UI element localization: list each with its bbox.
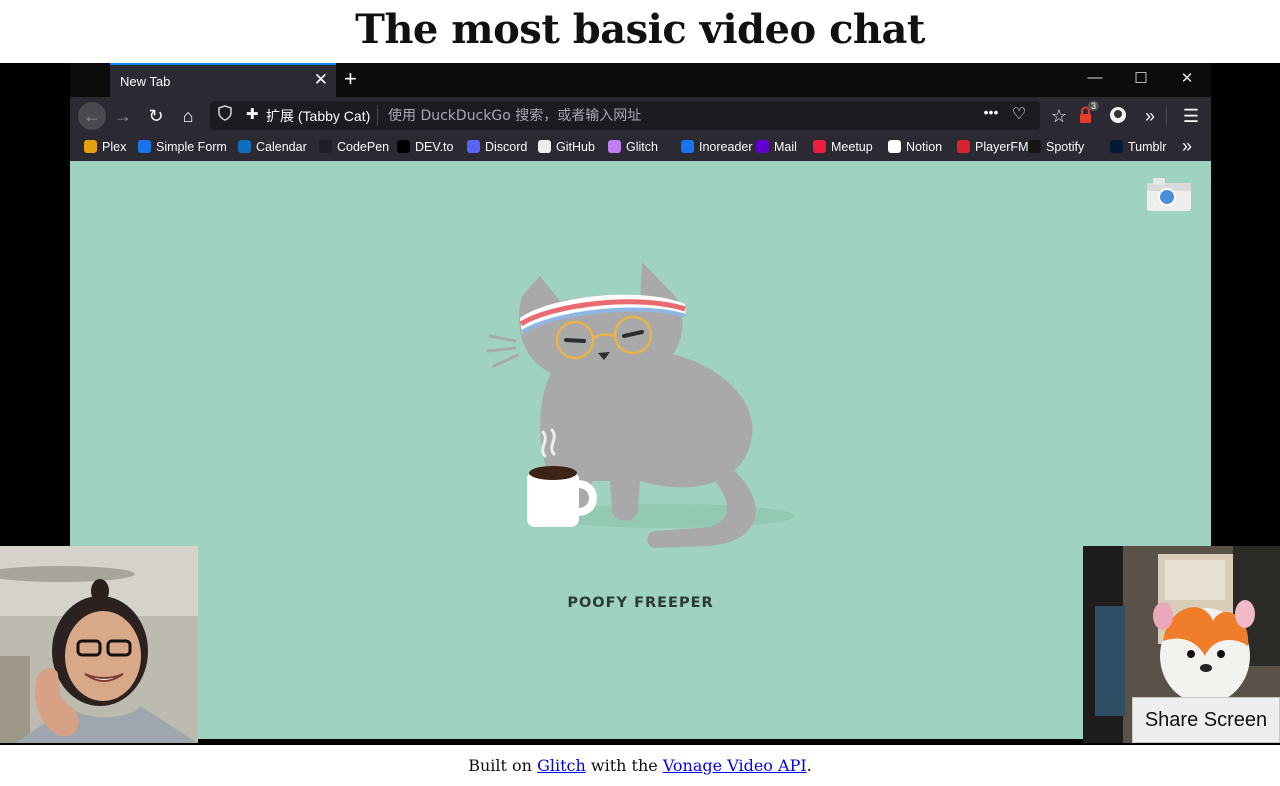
bookmark-simple-form[interactable]: Simple Form [138, 140, 227, 154]
navigation-toolbar: ← → ↻ ⌂ ✚ 扩展 (Tabby Cat) ••• ♡ ☆ 3 [70, 97, 1211, 135]
bookmark-dev-to[interactable]: DEV.to [397, 140, 453, 154]
new-tab-icon[interactable]: + [344, 66, 357, 92]
tracking-shield-icon[interactable] [218, 105, 232, 125]
bookmark-plex[interactable]: Plex [84, 140, 126, 154]
page-footer: Built on Glitch with the Vonage Video AP… [0, 745, 1280, 786]
close-tab-icon[interactable]: ✕ [314, 70, 328, 90]
bookmark-label: DEV.to [415, 140, 454, 154]
back-icon[interactable]: ← [78, 102, 106, 130]
bookmark-glitch[interactable]: Glitch [608, 140, 658, 154]
tab-strip: New Tab ✕ + — ☐ ✕ [70, 63, 1211, 97]
close-window-icon[interactable]: ✕ [1167, 69, 1207, 87]
bookmark-label: Calendar [256, 140, 307, 154]
bookmark-calendar[interactable]: Calendar [238, 140, 307, 154]
tabby-cat-illustration [486, 262, 795, 548]
extension-label: 扩展 (Tabby Cat) [266, 108, 371, 124]
bookmark-label: Tumblr [1128, 140, 1167, 154]
bookmark-label: Spotify [1046, 140, 1085, 154]
bookmarks-toolbar: Plex Simple Form Calendar CodePen DEV.to Disc… [70, 135, 1211, 161]
glitch-link[interactable]: Glitch [537, 756, 586, 775]
footer-middle: with the [590, 756, 658, 775]
account-avatar-icon[interactable] [1107, 106, 1129, 129]
spotify-icon [1028, 140, 1041, 153]
forward-icon[interactable]: → [112, 106, 134, 127]
bookmark-label: GitHub [556, 140, 595, 154]
maximize-icon[interactable]: ☐ [1121, 69, 1161, 87]
bookmark-inoreader[interactable]: Inoreader [681, 140, 753, 154]
codepen-icon [319, 140, 332, 153]
tab-new-tab[interactable]: New Tab ✕ [110, 63, 336, 97]
share-screen-button[interactable]: Share Screen [1132, 697, 1280, 743]
bookmark-label: Glitch [626, 140, 658, 154]
minimize-icon[interactable]: — [1075, 69, 1115, 86]
bookmark-label: CodePen [337, 140, 390, 154]
address-bar[interactable]: ✚ 扩展 (Tabby Cat) ••• ♡ [210, 101, 1040, 132]
reload-icon[interactable]: ↻ [145, 106, 167, 127]
playerfm-icon [957, 140, 970, 153]
meetup-icon [813, 140, 826, 153]
bookmarks-overflow-icon[interactable]: » [1182, 136, 1192, 157]
footer-prefix: Built on [468, 756, 532, 775]
discord-icon [467, 140, 480, 153]
bookmark-playerfm[interactable]: PlayerFM [957, 140, 1028, 154]
shared-screen-browser: New Tab ✕ + — ☐ ✕ ← → ↻ ⌂ ✚ 扩展 (Tabby Ca… [70, 63, 1211, 739]
bookmark-discord[interactable]: Discord [467, 140, 527, 154]
notion-icon [888, 140, 901, 153]
bookmark-github[interactable]: GitHub [538, 140, 595, 154]
overflow-chevrons-icon[interactable]: » [1139, 106, 1161, 127]
footer-suffix: . [806, 756, 812, 775]
puzzle-icon: ✚ [246, 106, 259, 123]
home-icon[interactable]: ⌂ [177, 106, 199, 127]
cat-name-label: POOFY FREEPER [567, 595, 714, 611]
bookmark-label: Meetup [831, 140, 873, 154]
dev-icon [397, 140, 410, 153]
camera-icon[interactable] [1145, 175, 1193, 213]
github-icon [538, 140, 551, 153]
simple-form-icon [138, 140, 151, 153]
bookmark-label: Inoreader [699, 140, 753, 154]
bookmark-star-icon[interactable]: ☆ [1048, 106, 1070, 127]
url-divider [377, 105, 378, 126]
extension-badge: 3 [1088, 101, 1100, 111]
bookmark-tumblr[interactable]: Tumblr [1110, 140, 1166, 154]
calendar-icon [238, 140, 251, 153]
bookmark-meetup[interactable]: Meetup [813, 140, 873, 154]
vonage-video-api-link[interactable]: Vonage Video API [663, 756, 807, 775]
webcam-person-image [0, 546, 198, 743]
page-title: The most basic video chat [355, 6, 925, 53]
mail-icon [756, 140, 769, 153]
toolbar-divider [1166, 106, 1167, 126]
menu-icon[interactable]: ☰ [1180, 106, 1202, 127]
inoreader-icon [681, 140, 694, 153]
url-input[interactable] [386, 101, 910, 132]
tab-label: New Tab [120, 74, 171, 89]
new-tab-page: POOFY FREEPER [70, 161, 1211, 739]
bookmark-codepen[interactable]: CodePen [319, 140, 389, 154]
bookmark-spotify[interactable]: Spotify [1028, 140, 1084, 154]
bookmark-label: Notion [906, 140, 943, 154]
glitch-icon [608, 140, 621, 153]
bookmark-label: Mail [774, 140, 797, 154]
bookmark-mail[interactable]: Mail [756, 140, 797, 154]
bookmark-notion[interactable]: Notion [888, 140, 942, 154]
more-actions-icon[interactable]: ••• [980, 104, 1002, 120]
bookmark-label: PlayerFM [975, 140, 1029, 154]
tumblr-icon [1110, 140, 1123, 153]
local-video-feed [0, 546, 198, 743]
bookmark-label: Simple Form [156, 140, 227, 154]
bookmark-label: Discord [485, 140, 528, 154]
pocket-icon[interactable]: ♡ [1008, 104, 1030, 124]
bookmark-label: Plex [102, 140, 127, 154]
plex-icon [84, 140, 97, 153]
